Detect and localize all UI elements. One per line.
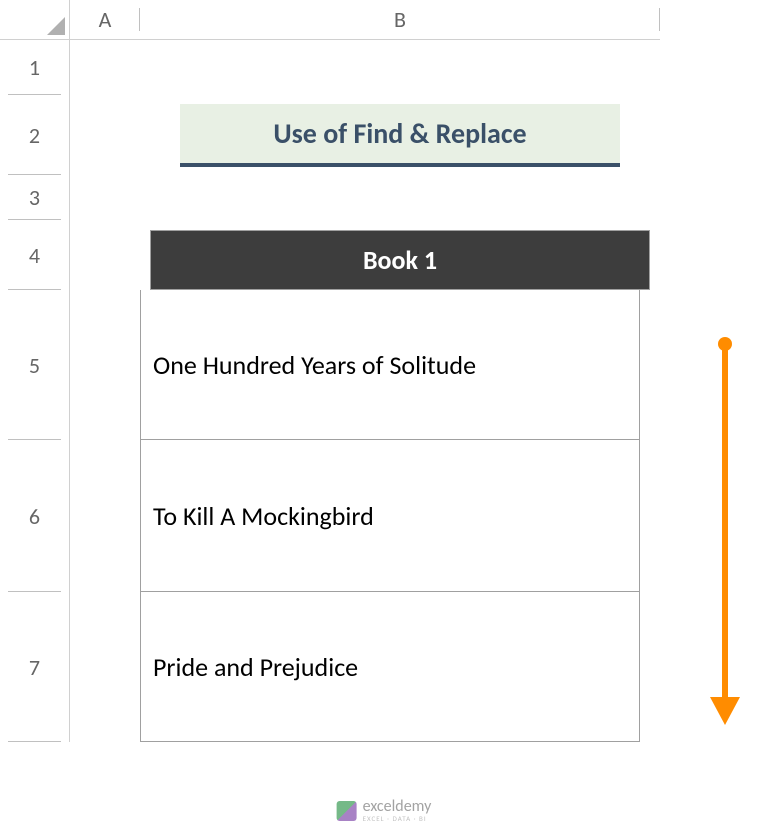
cell-b6[interactable]: To Kill A Mockingbird [140, 440, 660, 592]
cell-a3[interactable] [70, 175, 140, 220]
row-header-6[interactable]: 6 [0, 440, 70, 592]
cell-b2[interactable]: Use of Find & Replace [140, 95, 660, 175]
page-title: Use of Find & Replace [180, 104, 620, 167]
table-row: One Hundred Years of Solitude [140, 290, 640, 440]
watermark-main: exceldemy [363, 799, 432, 815]
table-row: Pride and Prejudice [140, 592, 640, 742]
watermark-text: exceldemy EXCEL · DATA · BI [363, 799, 432, 822]
arrow-down-icon [722, 345, 728, 705]
column-header-a[interactable]: A [70, 0, 140, 40]
cell-b4[interactable]: Book 1 [140, 220, 660, 290]
cell-a7[interactable] [70, 592, 140, 742]
cell-a4[interactable] [70, 220, 140, 290]
row-header-1[interactable]: 1 [0, 40, 70, 95]
cell-a6[interactable] [70, 440, 140, 592]
row-header-3[interactable]: 3 [0, 175, 70, 220]
table-row: To Kill A Mockingbird [140, 440, 640, 592]
row-header-4[interactable]: 4 [0, 220, 70, 290]
column-header-b[interactable]: B [140, 0, 660, 40]
cell-b5[interactable]: One Hundred Years of Solitude [140, 290, 660, 440]
select-all-corner[interactable] [0, 0, 70, 40]
watermark-logo-icon [337, 801, 357, 821]
cell-b3[interactable] [140, 175, 660, 220]
cell-b7[interactable]: Pride and Prejudice [140, 592, 660, 742]
watermark: exceldemy EXCEL · DATA · BI [337, 799, 432, 822]
cell-b1[interactable] [140, 40, 660, 95]
cell-a2[interactable] [70, 95, 140, 175]
row-header-5[interactable]: 5 [0, 290, 70, 440]
cell-a1[interactable] [70, 40, 140, 95]
spreadsheet-grid: A B 1 2 Use of Find & Replace 3 4 Book 1… [0, 0, 768, 742]
row-header-2[interactable]: 2 [0, 95, 70, 175]
cell-a5[interactable] [70, 290, 140, 440]
watermark-sub: EXCEL · DATA · BI [363, 815, 432, 822]
row-header-7[interactable]: 7 [0, 592, 70, 742]
table-header: Book 1 [150, 230, 650, 290]
